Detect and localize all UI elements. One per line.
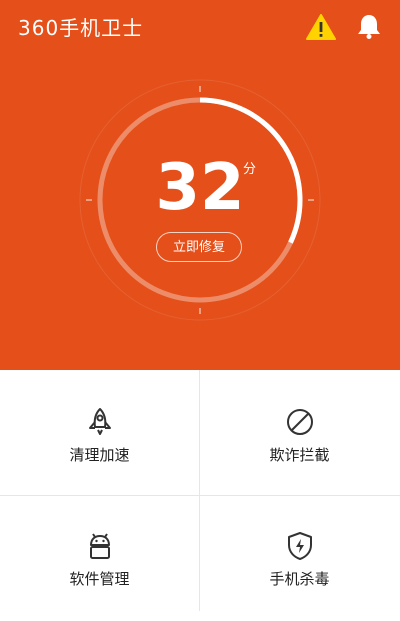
tile-label: 手机杀毒 [269, 570, 330, 588]
block-icon [287, 409, 313, 435]
feature-grid: 清理加速 欺诈拦截 软件管理 手机杀毒 [0, 370, 400, 611]
shield-bolt-icon [288, 532, 312, 560]
repair-button[interactable]: 立即修复 [156, 232, 242, 262]
tile-label: 欺诈拦截 [269, 446, 330, 464]
tile-cleanup[interactable]: 清理加速 [0, 370, 199, 495]
android-icon [90, 533, 110, 559]
tile-software[interactable]: 软件管理 [0, 496, 199, 621]
score-unit: 分 [243, 162, 257, 177]
tile-fraud-block[interactable]: 欺诈拦截 [200, 370, 399, 495]
header-panel: 360手机卫士 32 分 立即修复 [0, 0, 400, 370]
score-value: 32 [155, 151, 245, 225]
rocket-icon [89, 408, 111, 435]
tile-label: 清理加速 [69, 446, 130, 464]
tile-label: 软件管理 [69, 570, 130, 588]
tile-antivirus[interactable]: 手机杀毒 [200, 496, 399, 621]
